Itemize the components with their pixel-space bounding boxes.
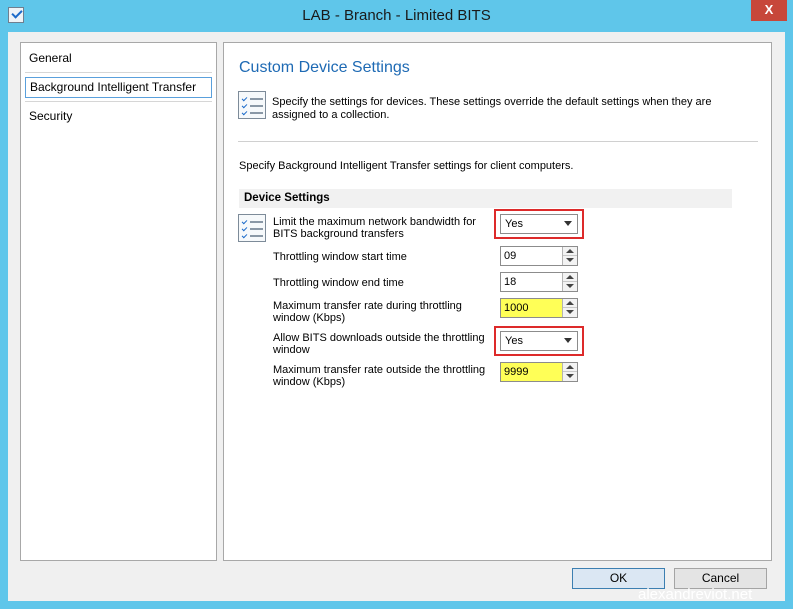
- nav-divider: [25, 72, 212, 73]
- chevron-down-icon: [564, 338, 572, 343]
- nav-item-security[interactable]: Security: [25, 107, 212, 128]
- content-panel: Custom Device Settings Specify the setti…: [223, 42, 772, 561]
- page-description: Specify the settings for devices. These …: [272, 96, 712, 121]
- nav-item-general[interactable]: General: [25, 49, 212, 70]
- limit-bandwidth-select[interactable]: Yes: [500, 214, 578, 234]
- max-rate-during-value: 1000: [504, 302, 529, 314]
- allow-outside-select[interactable]: Yes: [500, 331, 578, 351]
- title-bar: LAB - Branch - Limited BITS X: [0, 0, 793, 32]
- spin-down-icon[interactable]: [563, 372, 577, 381]
- spin-up-icon[interactable]: [563, 273, 577, 282]
- nav-item-background-intelligent-transfer[interactable]: Background Intelligent Transfer: [25, 77, 212, 98]
- allow-outside-label: Allow BITS downloads outside the throttl…: [273, 332, 485, 356]
- start-time-value: 09: [504, 250, 517, 262]
- start-time-stepper[interactable]: 09: [500, 246, 578, 266]
- limit-bandwidth-value: Yes: [505, 218, 523, 230]
- end-time-value: 18: [504, 276, 517, 288]
- nav-panel: General Background Intelligent Transfer …: [20, 42, 217, 561]
- allow-outside-value: Yes: [505, 335, 523, 347]
- end-time-label: Throttling window end time: [273, 277, 404, 289]
- page-title: Custom Device Settings: [239, 59, 410, 76]
- window-title: LAB - Branch - Limited BITS: [302, 7, 491, 24]
- settings-list-icon: [238, 91, 266, 119]
- settings-list-icon: [238, 214, 266, 242]
- spin-up-icon[interactable]: [563, 247, 577, 256]
- spec-text: Specify Background Intelligent Transfer …: [239, 160, 574, 172]
- start-time-label: Throttling window start time: [273, 251, 407, 263]
- max-rate-outside-stepper[interactable]: 9999: [500, 362, 578, 382]
- close-button[interactable]: X: [751, 0, 787, 21]
- spin-down-icon[interactable]: [563, 282, 577, 291]
- watermark: alexandreviot.net: [638, 586, 753, 603]
- max-rate-during-stepper[interactable]: 1000: [500, 298, 578, 318]
- limit-bandwidth-label: Limit the maximum network bandwidth for …: [273, 216, 476, 240]
- spin-up-icon[interactable]: [563, 363, 577, 372]
- max-rate-outside-label: Maximum transfer rate outside the thrott…: [273, 364, 486, 388]
- group-header: Device Settings: [239, 189, 732, 208]
- max-rate-during-label: Maximum transfer rate during throttling …: [273, 300, 462, 324]
- spin-down-icon[interactable]: [563, 256, 577, 265]
- max-rate-outside-value: 9999: [504, 366, 529, 378]
- end-time-stepper[interactable]: 18: [500, 272, 578, 292]
- dialog-client-area: General Background Intelligent Transfer …: [8, 32, 785, 601]
- nav-divider: [25, 101, 212, 102]
- chevron-down-icon: [564, 221, 572, 226]
- divider: [238, 141, 758, 142]
- spin-down-icon[interactable]: [563, 308, 577, 317]
- spin-up-icon[interactable]: [563, 299, 577, 308]
